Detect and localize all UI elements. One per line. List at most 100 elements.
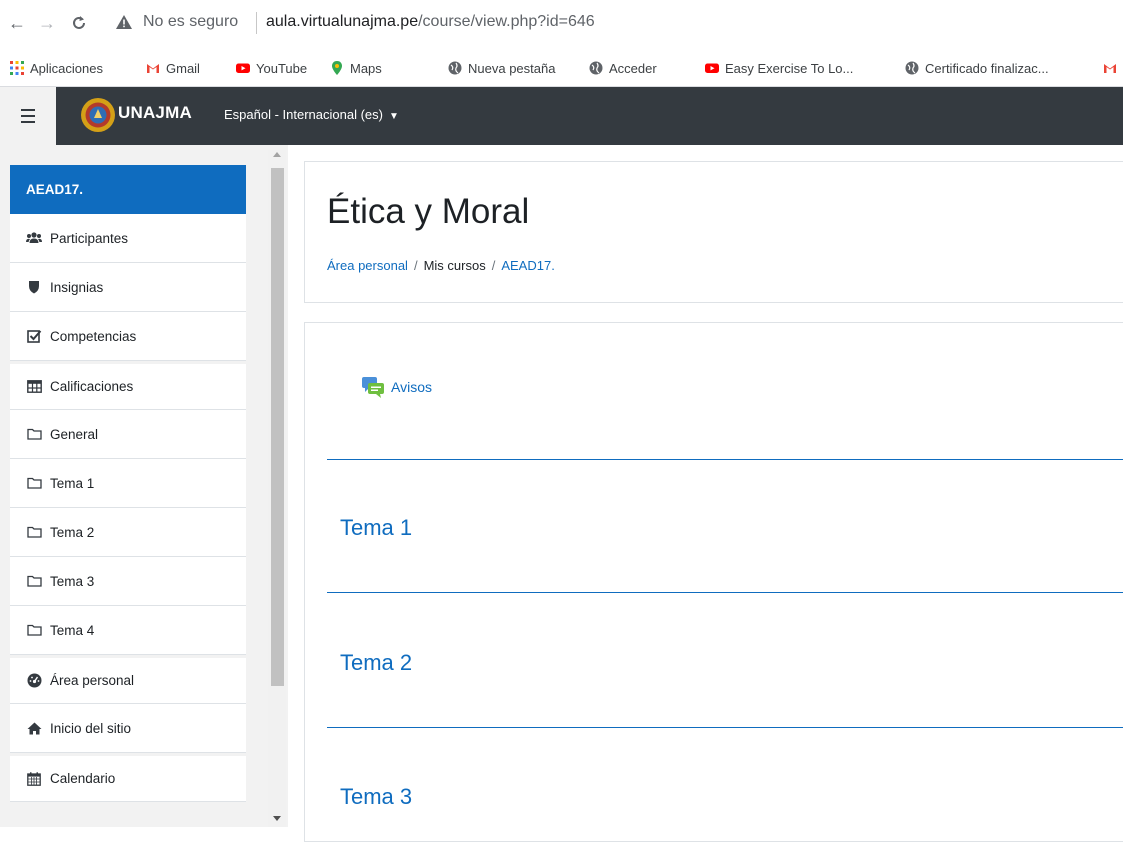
breadcrumb-separator: / bbox=[413, 258, 418, 273]
drawer-item-label: Participantes bbox=[50, 230, 129, 246]
breadcrumb-mis-cursos[interactable]: Mis cursos bbox=[424, 258, 486, 273]
bookmark-acceder[interactable]: Acceder bbox=[589, 58, 657, 78]
site-name[interactable]: UNAJMA bbox=[118, 103, 192, 123]
gmail-icon bbox=[147, 64, 159, 73]
maps-pin-icon bbox=[332, 61, 342, 75]
hamburger-icon bbox=[21, 109, 35, 123]
page-header: Ética y Moral Área personal / Mis cursos / A… bbox=[304, 161, 1123, 303]
drawer-item-tema-3[interactable]: Tema 3 bbox=[10, 557, 246, 606]
breadcrumb: Área personal / Mis cursos / AEAD17. bbox=[327, 258, 555, 273]
drawer-item-calendario[interactable]: Calendario bbox=[10, 753, 246, 802]
drawer-item-course[interactable]: AEAD17. bbox=[10, 165, 246, 214]
drawer-list: AEAD17. Participantes Insignias Competen… bbox=[10, 165, 246, 802]
scrollbar-thumb[interactable] bbox=[271, 168, 284, 686]
section-divider bbox=[327, 459, 1123, 460]
youtube-icon bbox=[705, 63, 719, 73]
section-title-tema-2[interactable]: Tema 2 bbox=[340, 650, 412, 676]
drawer-item-label: Tema 2 bbox=[50, 524, 95, 540]
drawer-item-label: General bbox=[50, 426, 99, 442]
forum-activity-avisos[interactable]: Avisos bbox=[361, 375, 432, 399]
drawer-item-competencias[interactable]: Competencias bbox=[10, 312, 246, 361]
bookmark-easy-exercise[interactable]: Easy Exercise To Lo... bbox=[705, 58, 853, 78]
drawer-item-general[interactable]: General bbox=[10, 410, 246, 459]
folder-icon bbox=[26, 622, 42, 638]
drawer-item-tema-1[interactable]: Tema 1 bbox=[10, 459, 246, 508]
table-icon bbox=[26, 379, 42, 395]
folder-icon bbox=[26, 524, 42, 540]
drawer-item-label: Tema 1 bbox=[50, 475, 95, 491]
url-host: aula.virtualunajma.pe bbox=[266, 13, 419, 30]
bookmark-label: Maps bbox=[350, 60, 382, 76]
language-label: Español - Internacional (es) bbox=[224, 107, 383, 122]
drawer-item-label: Competencias bbox=[50, 328, 137, 344]
globe-icon bbox=[589, 61, 603, 75]
bookmark-nueva-pestana[interactable]: Nueva pestaña bbox=[448, 58, 555, 78]
shield-icon bbox=[26, 279, 42, 295]
drawer-item-label: Tema 4 bbox=[50, 622, 95, 638]
url-divider bbox=[256, 12, 257, 34]
drawer-item-label: Calificaciones bbox=[50, 379, 134, 394]
folder-icon bbox=[26, 426, 42, 442]
bookmark-gmail[interactable]: Gmail bbox=[146, 58, 200, 78]
bookmark-youtube[interactable]: YouTube bbox=[236, 58, 307, 78]
security-status[interactable]: No es seguro bbox=[143, 13, 238, 31]
apps-grid-icon bbox=[10, 61, 24, 75]
breadcrumb-course[interactable]: AEAD17. bbox=[501, 258, 554, 273]
warning-icon[interactable] bbox=[115, 14, 133, 30]
bookmark-certificado[interactable]: Certificado finalizac... bbox=[905, 58, 1049, 78]
dashboard-icon bbox=[26, 673, 42, 689]
users-icon bbox=[26, 230, 42, 246]
section-title-tema-1[interactable]: Tema 1 bbox=[340, 515, 412, 541]
section-title-tema-3[interactable]: Tema 3 bbox=[340, 784, 412, 810]
language-menu[interactable]: Español - Internacional (es) ▼ bbox=[224, 107, 399, 122]
page-title: Ética y Moral bbox=[327, 192, 530, 231]
section-divider bbox=[327, 727, 1123, 728]
drawer-item-tema-2[interactable]: Tema 2 bbox=[10, 508, 246, 557]
bookmark-label: Nueva pestaña bbox=[468, 60, 556, 76]
checkbox-icon bbox=[26, 328, 42, 344]
globe-icon bbox=[905, 61, 919, 75]
bookmark-label: Gmail bbox=[166, 60, 200, 76]
drawer-item-area-personal[interactable]: Área personal bbox=[10, 655, 246, 704]
scroll-down-arrow-icon[interactable] bbox=[273, 816, 281, 821]
drawer-item-insignias[interactable]: Insignias bbox=[10, 263, 246, 312]
back-arrow-icon[interactable]: ← bbox=[6, 12, 28, 34]
drawer-item-label: AEAD17. bbox=[26, 182, 84, 197]
university-logo-icon[interactable] bbox=[80, 97, 116, 133]
drawer-item-inicio-sitio[interactable]: Inicio del sitio bbox=[10, 704, 246, 753]
bookmark-label: Certificado finalizac... bbox=[925, 60, 1049, 76]
address-bar[interactable]: aula.virtualunajma.pe/course/view.php?id… bbox=[266, 13, 595, 31]
drawer-item-calificaciones[interactable]: Calificaciones bbox=[10, 361, 246, 410]
drawer-item-label: Área personal bbox=[50, 673, 135, 688]
bookmark-apps[interactable]: Aplicaciones bbox=[10, 58, 103, 78]
bookmark-label: YouTube bbox=[256, 60, 308, 76]
bookmark-maps[interactable]: Maps bbox=[330, 58, 382, 78]
drawer-item-tema-4[interactable]: Tema 4 bbox=[10, 606, 246, 655]
bookmark-gmail-2[interactable] bbox=[1103, 58, 1117, 78]
bookmark-label: Aplicaciones bbox=[30, 60, 103, 76]
bookmarks-bar: Aplicaciones Gmail YouTube Maps Nueva pe… bbox=[0, 50, 1123, 87]
menu-toggle-button[interactable] bbox=[0, 87, 56, 145]
youtube-icon bbox=[236, 63, 250, 73]
reload-icon[interactable] bbox=[68, 12, 90, 34]
drawer-item-label: Calendario bbox=[50, 771, 116, 786]
folder-icon bbox=[26, 475, 42, 491]
globe-icon bbox=[448, 61, 462, 75]
forum-label: Avisos bbox=[391, 379, 432, 395]
drawer-scrollbar[interactable] bbox=[268, 150, 286, 827]
bookmark-label: Acceder bbox=[609, 60, 657, 76]
calendar-icon bbox=[26, 771, 42, 787]
section-divider bbox=[327, 592, 1123, 593]
course-content: Avisos Tema 1 Tema 2 Tema 3 bbox=[304, 322, 1123, 842]
bookmark-label: Easy Exercise To Lo... bbox=[725, 60, 854, 76]
drawer-item-label: Insignias bbox=[50, 279, 104, 295]
folder-icon bbox=[26, 573, 42, 589]
gmail-icon bbox=[1104, 64, 1116, 73]
browser-toolbar: ← → No es seguro aula.virtualunajma.pe/c… bbox=[0, 0, 1123, 50]
nav-drawer: AEAD17. Participantes Insignias Competen… bbox=[0, 145, 288, 827]
scroll-up-arrow-icon[interactable] bbox=[273, 152, 281, 157]
forward-arrow-icon[interactable]: → bbox=[36, 12, 58, 34]
breadcrumb-area-personal[interactable]: Área personal bbox=[327, 258, 408, 273]
forum-icon bbox=[362, 377, 384, 398]
drawer-item-participantes[interactable]: Participantes bbox=[10, 214, 246, 263]
